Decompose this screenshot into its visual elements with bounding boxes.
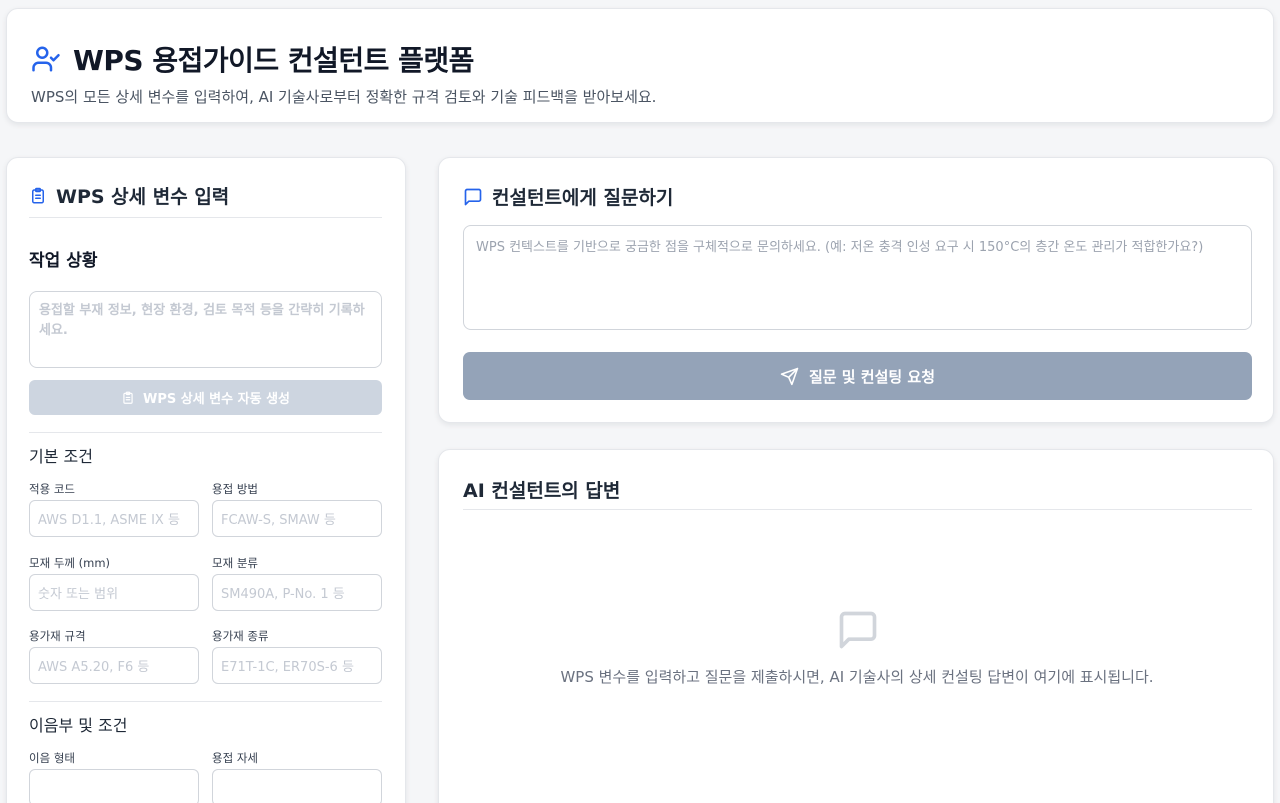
divider — [29, 432, 382, 433]
filler-spec-input[interactable]: AWS A5.20, F6 등 — [29, 647, 199, 684]
clipboard-icon — [123, 391, 133, 404]
joint-type-label: 이음 형태 — [29, 751, 75, 765]
header-title-row: WPS 용접가이드 컨설턴트 플랫폼 — [31, 39, 474, 79]
wps-input-title-text: WPS 상세 변수 입력 — [56, 186, 230, 208]
answer-empty-text: WPS 변수를 입력하고 질문을 제출하시면, AI 기술사의 상세 컨설팅 답… — [560, 668, 1154, 686]
ask-title-text: 컨설턴트에게 질문하기 — [492, 187, 674, 209]
header-card: WPS 용접가이드 컨설턴트 플랫폼 WPS의 모든 상세 변수를 입력하여, … — [6, 8, 1274, 123]
thickness-label: 모재 두께 (mm) — [29, 556, 111, 570]
process-label: 용접 방법 — [212, 482, 258, 496]
thickness-input[interactable]: 숫자 또는 범위 — [29, 574, 199, 611]
user-check-icon — [32, 46, 60, 72]
ask-title: 컨설턴트에게 질문하기 — [463, 183, 673, 210]
wps-input-title: WPS 상세 변수 입력 — [29, 182, 229, 209]
code-input[interactable]: AWS D1.1, ASME IX 등 — [29, 500, 199, 537]
position-label: 용접 자세 — [212, 751, 258, 765]
auto-generate-label: WPS 상세 변수 자동 생성 — [142, 392, 290, 407]
filler-type-label: 용가재 종류 — [212, 629, 269, 643]
auto-generate-button[interactable]: WPS 상세 변수 자동 생성 — [29, 380, 382, 415]
code-label: 적용 코드 — [29, 482, 75, 496]
filler-type-input[interactable]: E71T-1C, ER70S-6 등 — [212, 647, 382, 684]
work-situation-textarea[interactable]: 용접할 부재 정보, 현장 환경, 검토 목적 등을 간략히 기록하세요. — [29, 291, 382, 368]
base-metal-label: 모재 분류 — [212, 556, 258, 570]
joint-conditions-title: 이음부 및 조건 — [29, 716, 128, 735]
divider — [29, 217, 382, 218]
divider — [29, 701, 382, 702]
answer-title: AI 컨설턴트의 답변 — [463, 480, 621, 502]
position-input[interactable] — [212, 769, 382, 803]
question-textarea[interactable]: WPS 컨텍스트를 기반으로 궁금한 점을 구체적으로 문의하세요. (예: 저… — [463, 225, 1252, 330]
ask-panel: 컨설턴트에게 질문하기 WPS 컨텍스트를 기반으로 궁금한 점을 구체적으로 … — [438, 157, 1274, 423]
send-icon — [780, 367, 799, 385]
process-input[interactable]: FCAW-S, SMAW 등 — [212, 500, 382, 537]
message-square-icon — [464, 188, 482, 205]
joint-type-input[interactable] — [29, 769, 199, 803]
page-title: WPS 용접가이드 컨설턴트 플랫폼 — [73, 44, 474, 77]
divider — [463, 509, 1252, 510]
wps-input-panel: WPS 상세 변수 입력 작업 상황 용접할 부재 정보, 현장 환경, 검토 … — [6, 157, 406, 803]
submit-question-label: 질문 및 컨설팅 요청 — [808, 367, 936, 386]
basic-conditions-title: 기본 조건 — [29, 447, 93, 466]
page-subtitle: WPS의 모든 상세 변수를 입력하여, AI 기술사로부터 정확한 규격 검토… — [31, 88, 657, 106]
submit-question-button[interactable]: 질문 및 컨설팅 요청 — [463, 352, 1252, 400]
work-situation-title: 작업 상황 — [29, 251, 98, 271]
base-metal-input[interactable]: SM490A, P-No. 1 등 — [212, 574, 382, 611]
message-square-icon — [839, 611, 877, 649]
filler-spec-label: 용가재 규격 — [29, 629, 86, 643]
clipboard-icon — [32, 187, 44, 203]
answer-panel: AI 컨설턴트의 답변 WPS 변수를 입력하고 질문을 제출하시면, AI 기… — [438, 449, 1274, 803]
